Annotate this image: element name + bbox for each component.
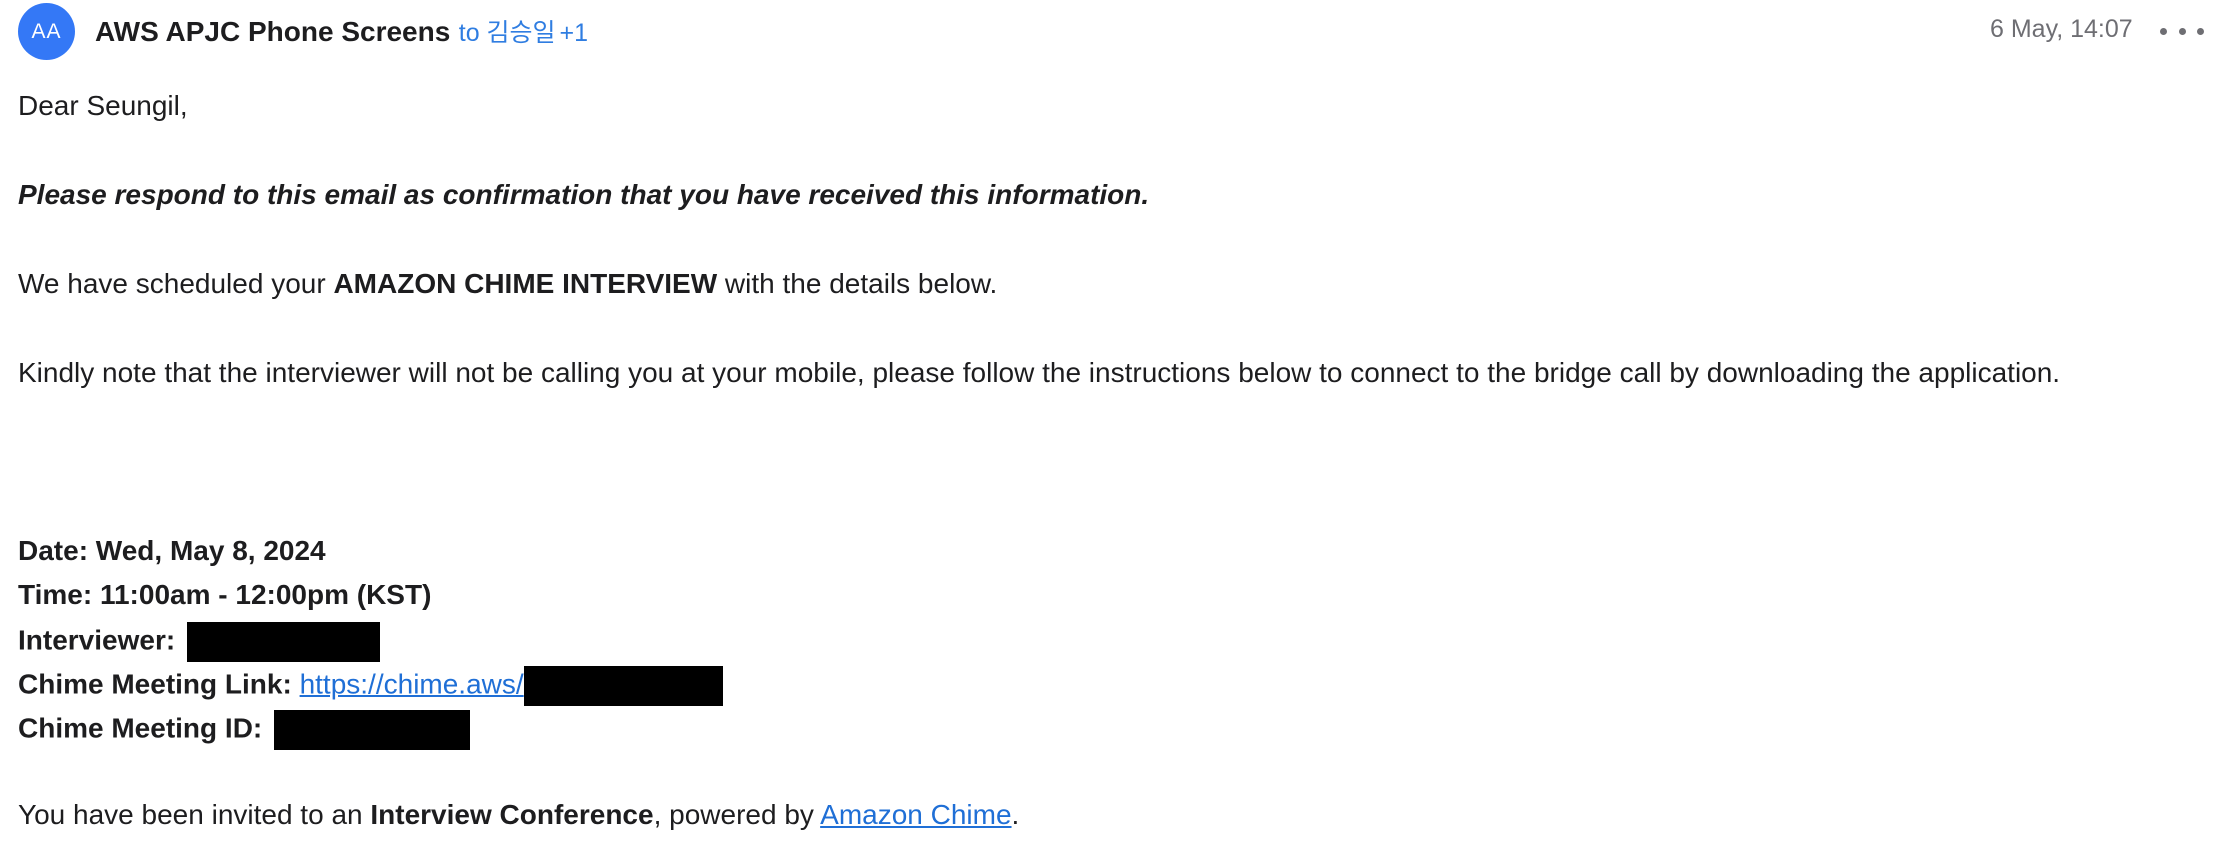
detail-meeting-link: Chime Meeting Link: https://chime.aws/: [18, 666, 723, 706]
more-dot: [2160, 27, 2167, 35]
detail-time: Time: 11:00am - 12:00pm (KST): [18, 579, 432, 610]
invite-highlight: Interview Conference: [370, 799, 654, 830]
scheduled-suffix: with the details below.: [717, 268, 998, 299]
meeting-link[interactable]: https://chime.aws/: [300, 668, 524, 699]
detail-date: Date: Wed, May 8, 2024: [18, 535, 326, 566]
interviewer-label: Interviewer:: [18, 624, 176, 656]
sender-name[interactable]: AWS APJC Phone Screens: [95, 16, 450, 47]
confirmation-request: Please respond to this email as confirma…: [18, 179, 1150, 210]
meeting-id-label: Chime Meeting ID:: [18, 712, 263, 744]
recipients[interactable]: to 김승일 +1: [459, 19, 588, 47]
scheduled-highlight: AMAZON CHIME INTERVIEW: [333, 268, 718, 299]
more-dot: [2178, 27, 2186, 35]
greeting: Dear Seungil,: [18, 90, 188, 121]
amazon-chime-link[interactable]: Amazon Chime: [820, 799, 1011, 830]
email-timestamp: 6 May, 14:07: [1990, 15, 2133, 43]
detail-interviewer: Interviewer:: [18, 622, 380, 662]
redacted-meeting-link: [523, 666, 723, 706]
scheduled-paragraph: We have scheduled your AMAZON CHIME INTE…: [18, 268, 997, 300]
sender-line: AWS APJC Phone Screens to 김승일 +1: [95, 13, 588, 49]
invite-paragraph: You have been invited to an Interview Co…: [18, 799, 1019, 831]
meeting-link-label: Chime Meeting Link:: [18, 668, 292, 700]
redacted-interviewer: [186, 622, 380, 662]
redacted-meeting-id: [274, 710, 471, 750]
detail-meeting-id: Chime Meeting ID:: [18, 710, 471, 750]
scheduled-prefix: We have scheduled your: [18, 268, 334, 299]
extra-recipients-count[interactable]: +1: [560, 19, 589, 47]
sender-avatar[interactable]: AA: [18, 3, 75, 60]
recipient-label[interactable]: to 김승일: [459, 19, 556, 47]
more-dot: [2197, 27, 2204, 35]
invite-prefix: You have been invited to an: [18, 799, 371, 830]
more-horizontal-icon[interactable]: [2160, 16, 2204, 46]
invite-middle: , powered by: [653, 799, 821, 830]
invite-suffix: .: [1011, 799, 1020, 830]
email-header: AA AWS APJC Phone Screens to 김승일 +1 6 May…: [0, 0, 2218, 64]
note-paragraph: Kindly note that the interviewer will no…: [18, 357, 2061, 388]
